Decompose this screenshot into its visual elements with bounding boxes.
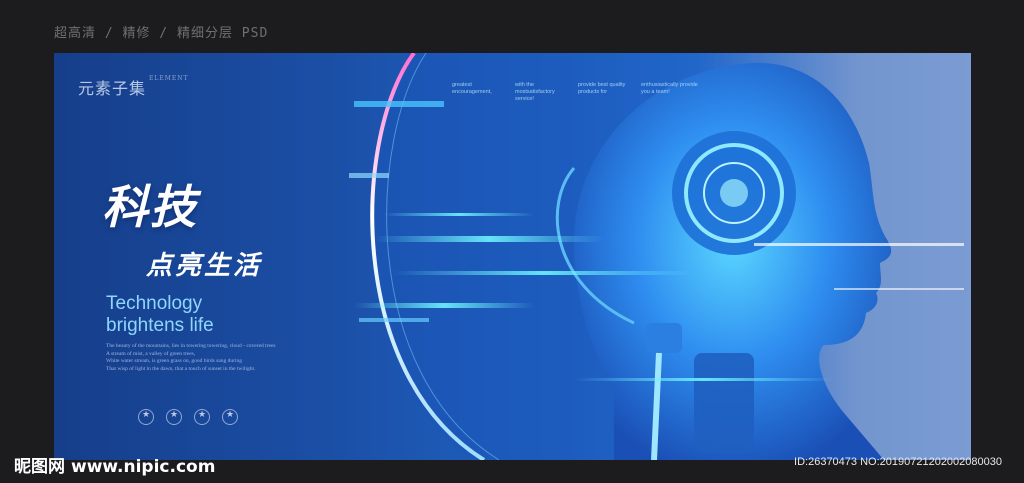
badge-row [138,409,238,425]
star-badge-icon [194,409,210,425]
star-badge-icon [138,409,154,425]
star-badge-icon [222,409,238,425]
english-title: Technology brightens life [106,293,214,337]
micro-text-3: provide best quality products for [578,82,626,95]
body-line: The beauty of the mountains, lies in tow… [106,343,276,349]
body-copy: The beauty of the mountains, lies in tow… [106,343,336,373]
site-name: 昵图网 [14,457,65,477]
english-line-2: brightens life [106,315,214,336]
body-line: White water stream, is green grass on, g… [106,358,242,365]
site-url: www.nipic.com [71,457,216,477]
subheadline: 点亮生活 [146,251,263,281]
micro-text-1: greatest encouragement, [452,82,492,95]
star-badge-icon [166,409,182,425]
micro-text-2: with the mostsatisfactory service! [515,82,555,102]
watermark-logo: 昵图网 www.nipic.com [14,452,215,477]
body-line: A stream of mist, a valley of green tree… [106,350,196,357]
body-line: That wisp of light in the dawn, that a t… [106,365,256,372]
tech-banner: 元素子集ELEMENT greatest encouragement, with… [54,53,971,460]
brand-logo: 元素子集ELEMENT [78,75,189,98]
english-line-1: Technology [106,293,203,314]
top-caption: 超高清 / 精修 / 精细分层 PSD [54,26,269,41]
headline: 科技 [102,180,198,234]
micro-text-4: enthusiastically provide you a team! [641,82,698,95]
image-id: ID:26370473 NO:20190721202002080030 [794,456,1002,468]
